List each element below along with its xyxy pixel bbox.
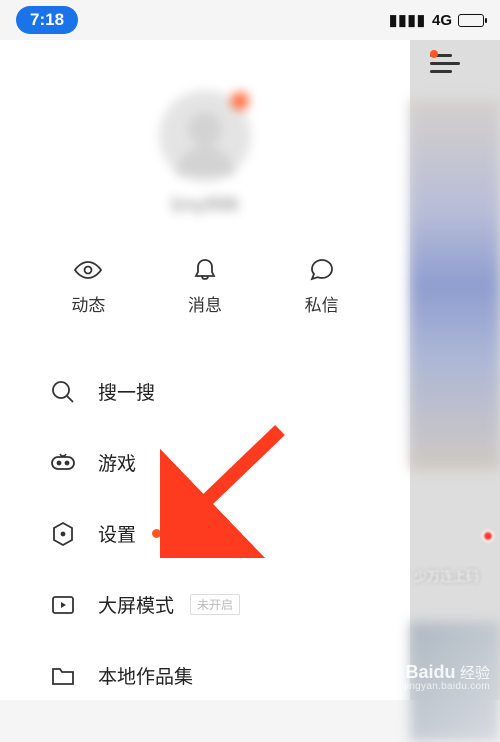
menu-item-label: 大屏模式 [98, 591, 174, 618]
watermark-brand-en: Baidu [406, 662, 456, 682]
menu-item-settings[interactable]: 设置 [50, 498, 410, 569]
battery-icon [458, 14, 484, 27]
thumbnail-caption: 少万连上码 [414, 566, 479, 585]
big-screen-status-tag: 未开启 [190, 594, 240, 615]
search-icon [50, 379, 76, 405]
watermark-brand-cn: 经验 [460, 665, 490, 682]
tab-notifications[interactable]: 消息 [188, 257, 222, 316]
background-content: 少万连上码 [410, 40, 500, 700]
watermark-url: jingyan.baidu.com [404, 682, 490, 692]
menu-item-label: 游戏 [98, 449, 136, 476]
folder-icon [50, 663, 76, 689]
menu-item-label: 搜一搜 [98, 378, 155, 405]
hamburger-icon [430, 54, 460, 74]
status-time: 7:18 [16, 6, 78, 34]
menu-item-local-works[interactable]: 本地作品集 [50, 640, 410, 711]
chat-icon [307, 257, 337, 283]
bell-icon [190, 257, 220, 283]
username-label: lzxy996 [0, 194, 410, 217]
menu-item-big-screen[interactable]: 大屏模式 未开启 [50, 569, 410, 640]
tab-activity-label: 动态 [71, 291, 105, 316]
tab-activity[interactable]: 动态 [71, 257, 105, 316]
thumbnail-badge [482, 530, 494, 542]
avatar-notification-dot [231, 92, 249, 110]
status-indicators: ▮▮▮▮ 4G [389, 11, 484, 29]
eye-icon [73, 257, 103, 283]
hamburger-button[interactable] [430, 54, 460, 74]
tab-notifications-label: 消息 [188, 291, 222, 316]
menu-item-label: 本地作品集 [98, 662, 193, 689]
profile-section[interactable]: lzxy996 [0, 60, 410, 237]
status-bar: 7:18 ▮▮▮▮ 4G [0, 0, 500, 40]
video-thumbnail[interactable] [410, 100, 500, 470]
screen-icon [50, 592, 76, 618]
settings-notification-dot [152, 529, 161, 538]
signal-bars-icon: ▮▮▮▮ [389, 11, 426, 29]
watermark: Baidu 经验 jingyan.baidu.com [404, 663, 490, 692]
side-drawer: lzxy996 动态 消息 私信 [0, 40, 410, 700]
tab-messages-label: 私信 [305, 291, 339, 316]
gamepad-icon [50, 450, 76, 476]
menu-item-label: 设置 [98, 520, 136, 547]
network-label: 4G [432, 12, 452, 29]
tab-messages[interactable]: 私信 [305, 257, 339, 316]
quick-tabs: 动态 消息 私信 [0, 237, 410, 346]
avatar[interactable] [159, 90, 251, 182]
settings-icon [50, 521, 76, 547]
menu-list: 搜一搜 游戏 设置 [0, 346, 410, 711]
menu-item-games[interactable]: 游戏 [50, 427, 410, 498]
menu-item-search[interactable]: 搜一搜 [50, 356, 410, 427]
hamburger-notification-dot [430, 50, 438, 58]
